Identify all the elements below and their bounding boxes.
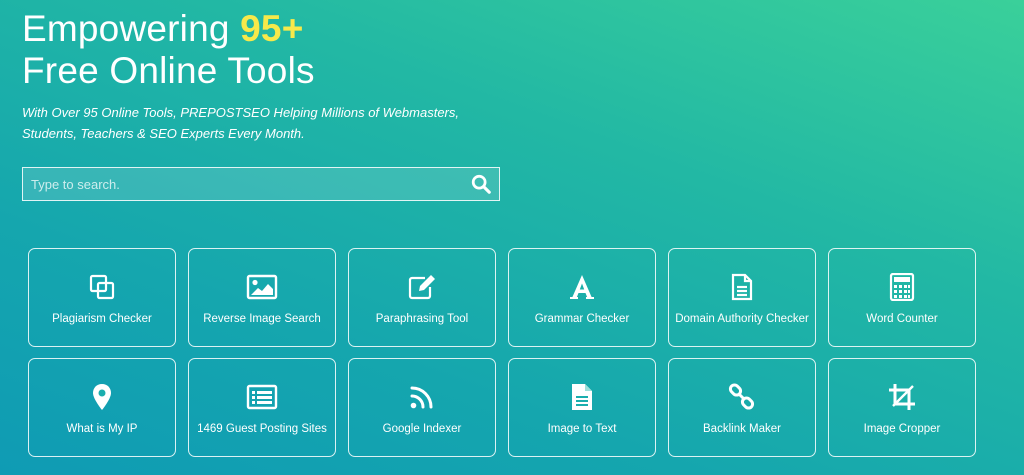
file-text-icon [572, 384, 592, 410]
tool-backlink-maker[interactable]: Backlink Maker [668, 358, 816, 457]
tool-image-cropper[interactable]: Image Cropper [828, 358, 976, 457]
tool-word-counter[interactable]: Word Counter [828, 248, 976, 347]
tool-label: 1469 Guest Posting Sites [197, 423, 327, 435]
rss-icon [410, 386, 433, 409]
tool-label: Reverse Image Search [203, 313, 321, 325]
title-accent: 95+ [240, 8, 304, 49]
tool-grammar-checker[interactable]: Grammar Checker [508, 248, 656, 347]
map-marker-icon [93, 384, 111, 410]
tool-label: Image to Text [547, 423, 617, 435]
tool-label: Plagiarism Checker [52, 313, 152, 325]
document-icon [731, 273, 753, 301]
tool-label: Image Cropper [863, 423, 941, 435]
tool-label: What is My IP [66, 423, 138, 435]
search-bar [22, 167, 500, 201]
crop-icon [889, 384, 915, 410]
tool-reverse-image-search[interactable]: Reverse Image Search [188, 248, 336, 347]
link-icon [728, 383, 755, 410]
tool-what-is-my-ip[interactable]: What is My IP [28, 358, 176, 457]
image-icon [246, 274, 278, 300]
tool-label: Paraphrasing Tool [375, 313, 469, 325]
tool-plagiarism-checker[interactable]: Plagiarism Checker [28, 248, 176, 347]
list-icon [246, 384, 278, 410]
tool-label: Backlink Maker [703, 423, 781, 435]
title-line1: Empowering [22, 8, 230, 49]
font-icon [570, 275, 594, 299]
title-line2: Free Online Tools [22, 50, 315, 91]
tool-domain-authority-checker[interactable]: Domain Authority Checker [668, 248, 816, 347]
hero-subtitle: With Over 95 Online Tools, PREPOSTSEO He… [22, 105, 459, 141]
search-icon [471, 174, 491, 194]
calculator-icon [889, 273, 915, 301]
tool-paraphrasing-tool[interactable]: Paraphrasing Tool [348, 248, 496, 347]
tool-label: Word Counter [866, 313, 938, 325]
tool-label: Domain Authority Checker [675, 313, 809, 325]
tool-label: Grammar Checker [534, 313, 630, 325]
tool-label: Google Indexer [382, 423, 462, 435]
page-title: Empowering 95+ Free Online Tools [22, 8, 482, 92]
search-input[interactable] [23, 168, 463, 200]
search-button[interactable] [463, 168, 499, 200]
tools-grid: Plagiarism Checker Reverse Image Search … [28, 248, 976, 457]
tool-image-to-text[interactable]: Image to Text [508, 358, 656, 457]
copy-icon [89, 274, 115, 300]
tool-guest-posting-sites[interactable]: 1469 Guest Posting Sites [188, 358, 336, 457]
hero: Empowering 95+ Free Online Tools With Ov… [22, 8, 482, 144]
edit-icon [408, 275, 435, 300]
tool-google-indexer[interactable]: Google Indexer [348, 358, 496, 457]
